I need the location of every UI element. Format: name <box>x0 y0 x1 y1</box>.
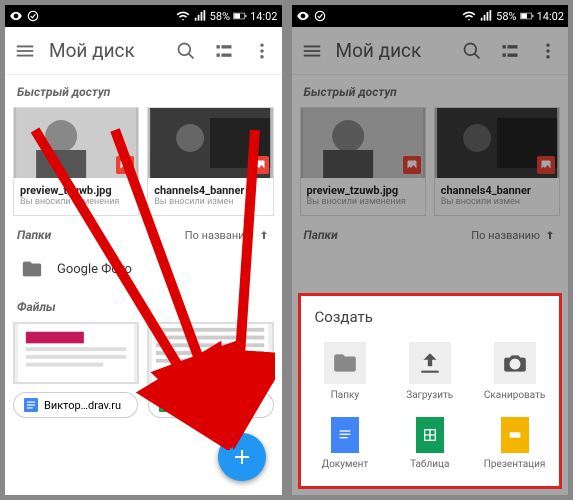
wifi-icon <box>462 9 476 23</box>
create-sheet-doc[interactable]: Таблица <box>389 411 470 476</box>
docs-icon <box>331 417 359 453</box>
section-files: Файлы <box>5 290 282 322</box>
create-sheet: Создать Папку Загрузить Сканировать Доку… <box>298 293 563 489</box>
battery-pct: 58% <box>496 10 516 23</box>
page-title: Мой диск <box>49 39 174 62</box>
phone-right: 58% 14:02 Мой диск Быстрый доступ previe… <box>292 5 569 495</box>
battery-icon <box>233 9 247 23</box>
quick-card[interactable]: preview_tzuwb.jpg Вы вносили изменения <box>13 107 139 216</box>
battery-pct: 58% <box>210 10 230 23</box>
sheets-icon <box>159 398 173 412</box>
folder-item[interactable]: Google Фото <box>5 248 282 290</box>
eye-icon <box>9 9 23 23</box>
create-folder[interactable]: Папку <box>305 336 386 407</box>
circle-icon <box>26 9 40 23</box>
chip-label: Виктор…drav.ru <box>44 399 121 412</box>
file-card[interactable] <box>147 322 273 384</box>
sheet-title: Создать <box>305 304 556 336</box>
clock: 14:02 <box>537 10 564 23</box>
battery-icon <box>520 9 534 23</box>
camera-icon <box>494 342 536 384</box>
quick-title: preview_tzuwb.jpg <box>20 184 132 197</box>
create-slides[interactable]: Презентация <box>474 411 555 476</box>
file-chip[interactable]: Прайс…онта… <box>148 392 273 418</box>
folder-icon <box>21 258 43 280</box>
quick-sub: Вы вносили измен <box>154 197 266 207</box>
upload-icon <box>409 342 451 384</box>
quick-sub: Вы вносили изменения <box>20 197 132 207</box>
signal-icon <box>479 9 493 23</box>
eye-icon <box>296 9 310 23</box>
folder-icon <box>324 342 366 384</box>
section-quick: Быстрый доступ <box>5 75 282 107</box>
create-scan[interactable]: Сканировать <box>474 336 555 407</box>
sheets-icon <box>416 417 444 453</box>
docs-icon <box>24 398 38 412</box>
quick-title: channels4_banner <box>154 184 266 197</box>
sort-button[interactable]: По названию <box>185 229 270 242</box>
image-badge-icon <box>251 156 269 174</box>
hamburger-icon[interactable] <box>13 39 37 63</box>
fab-add-button[interactable] <box>218 433 266 481</box>
image-badge-icon <box>116 156 134 174</box>
status-bar: 58% 14:02 <box>5 5 282 27</box>
quick-card[interactable]: channels4_banner Вы вносили измен <box>147 107 273 216</box>
search-icon[interactable] <box>174 39 198 63</box>
circle-icon <box>313 9 327 23</box>
slides-icon <box>501 417 529 453</box>
phone-left: 58% 14:02 Мой диск Быстрый доступ previe… <box>5 5 282 495</box>
more-icon[interactable] <box>250 39 274 63</box>
arrow-up-icon <box>258 229 270 241</box>
app-bar: Мой диск <box>5 27 282 75</box>
wifi-icon <box>176 9 190 23</box>
plus-icon <box>230 445 254 469</box>
chip-label: Прайс…онта… <box>179 399 250 412</box>
clock: 14:02 <box>250 10 277 23</box>
file-chip[interactable]: Виктор…drav.ru <box>13 392 138 418</box>
create-upload[interactable]: Загрузить <box>389 336 470 407</box>
folder-name: Google Фото <box>57 262 132 277</box>
signal-icon <box>193 9 207 23</box>
section-folders: Папки <box>17 228 185 242</box>
create-doc[interactable]: Документ <box>305 411 386 476</box>
status-bar: 58% 14:02 <box>292 5 569 27</box>
file-card[interactable] <box>13 322 139 384</box>
view-list-icon[interactable] <box>212 39 236 63</box>
